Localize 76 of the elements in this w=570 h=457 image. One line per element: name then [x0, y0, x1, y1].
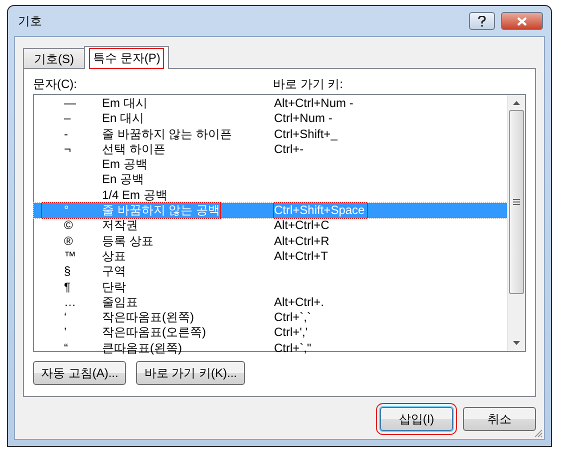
list-row[interactable]: ’ 작은따옴표(오른쪽) Ctrl+',' [34, 325, 507, 341]
list-row[interactable]: § 구역 [34, 264, 507, 280]
symbol-text: ™ [63, 248, 77, 264]
list-row[interactable]: Em 공백 [34, 157, 507, 172]
shortcut-text: Alt+Ctrl+R [274, 234, 330, 249]
character-name: 저작권 [102, 218, 139, 234]
list-row[interactable]: ™ 상표 Alt+Ctrl+T [34, 248, 507, 264]
list-row[interactable]: ¶ 단락 [34, 280, 507, 295]
shortcut-text: Ctrl+`,` [274, 310, 312, 326]
shortcut-text: Ctrl+',' [274, 325, 309, 341]
close-icon [517, 16, 527, 26]
character-name: 1/4 Em 공백 [102, 188, 168, 204]
symbol-text: ° [63, 203, 70, 218]
character-name: En 대시 [102, 111, 146, 127]
list-row[interactable]: 1/4 Em 공백 [34, 188, 507, 204]
shortcut-text: Ctrl+Shift+_ [274, 126, 338, 142]
panel-button[interactable]: 바로 가기 키(K)... [136, 361, 246, 385]
list-row[interactable]: En 공백 [34, 172, 507, 188]
resize-grip-icon [533, 428, 543, 438]
list-row[interactable]: – En 대시 Ctrl+Num - [34, 111, 507, 127]
tab[interactable]: 특수 문자(P) [84, 46, 170, 69]
character-name: 선택 하이픈 [102, 142, 166, 158]
shortcut-text: Ctrl+- [274, 142, 305, 158]
scroll-down-icon[interactable] [513, 341, 520, 345]
grip-icon [513, 199, 520, 205]
list-row[interactable]: … 줄임표 Alt+Ctrl+. [34, 294, 507, 310]
window-title: 기호 [18, 12, 43, 30]
symbol-text: - [63, 126, 69, 142]
scroll-thumb[interactable] [509, 110, 524, 294]
symbol-text: ® [63, 234, 74, 249]
symbol-text: — [63, 96, 77, 112]
symbol-text: ¶ [63, 280, 72, 295]
shortcut-text: Ctrl+Shift+Space [274, 203, 367, 218]
character-name: 작은따옴표(왼쪽) [102, 310, 195, 326]
question-icon [478, 16, 486, 26]
shortcut-text: Ctrl+Num - [274, 111, 334, 127]
character-name: 등록 상표 [102, 234, 154, 249]
list-row[interactable]: “ 큰따옴표(왼쪽) Ctrl+`," [34, 340, 507, 356]
shortcut-text: Alt+Ctrl+C [274, 218, 330, 234]
character-name: 줄 바꿈하지 않는 하이픈 [102, 126, 234, 142]
help-button[interactable] [469, 12, 495, 30]
close-button[interactable] [501, 12, 543, 30]
symbol-text: – [63, 111, 72, 127]
dialog-button[interactable]: 취소 [463, 407, 536, 431]
list-row[interactable]: ® 등록 상표 Alt+Ctrl+R [34, 234, 507, 249]
column-label: 문자(C): [33, 76, 78, 93]
character-name: 단락 [102, 280, 127, 295]
character-name: 작은따옴표(오른쪽) [102, 325, 207, 341]
symbol-text: … [63, 294, 77, 310]
character-name: Em 공백 [102, 157, 148, 172]
scrollbar[interactable] [507, 95, 525, 351]
list-row[interactable]: ¬ 선택 하이픈 Ctrl+- [34, 142, 507, 158]
scroll-up-icon[interactable] [513, 101, 520, 105]
list-row[interactable]: © 저작권 Alt+Ctrl+C [34, 218, 507, 234]
column-label: 바로 가기 키: [273, 76, 344, 93]
symbol-text: § [63, 264, 72, 280]
symbol-text: “ [63, 340, 69, 356]
symbol-text: © [63, 218, 74, 234]
shortcut-text: Alt+Ctrl+. [274, 294, 326, 310]
list-row[interactable]: — Em 대시 Alt+Ctrl+Num - [34, 96, 507, 112]
character-name: 큰따옴표(왼쪽) [102, 340, 183, 356]
character-name: 줄임표 [102, 294, 139, 310]
shortcut-text: Ctrl+`," [274, 340, 312, 356]
panel-button[interactable]: 자동 고침(A)... [33, 361, 126, 385]
list-row[interactable]: - 줄 바꿈하지 않는 하이픈 Ctrl+Shift+_ [34, 126, 507, 142]
character-name: En 공백 [102, 172, 146, 188]
symbol-text: ’ [63, 325, 68, 341]
list-row[interactable]: ‘ 작은따옴표(왼쪽) Ctrl+`,` [34, 310, 507, 326]
symbol-text: ¬ [63, 142, 72, 158]
shortcut-text: Alt+Ctrl+T [274, 248, 330, 264]
tab[interactable]: 기호(S) [23, 48, 85, 68]
character-name: 상표 [102, 248, 127, 264]
character-name: 구역 [102, 264, 127, 280]
shortcut-text: Alt+Ctrl+Num - [274, 96, 354, 112]
character-name: Em 대시 [102, 96, 148, 112]
symbol-text: ‘ [63, 310, 68, 326]
